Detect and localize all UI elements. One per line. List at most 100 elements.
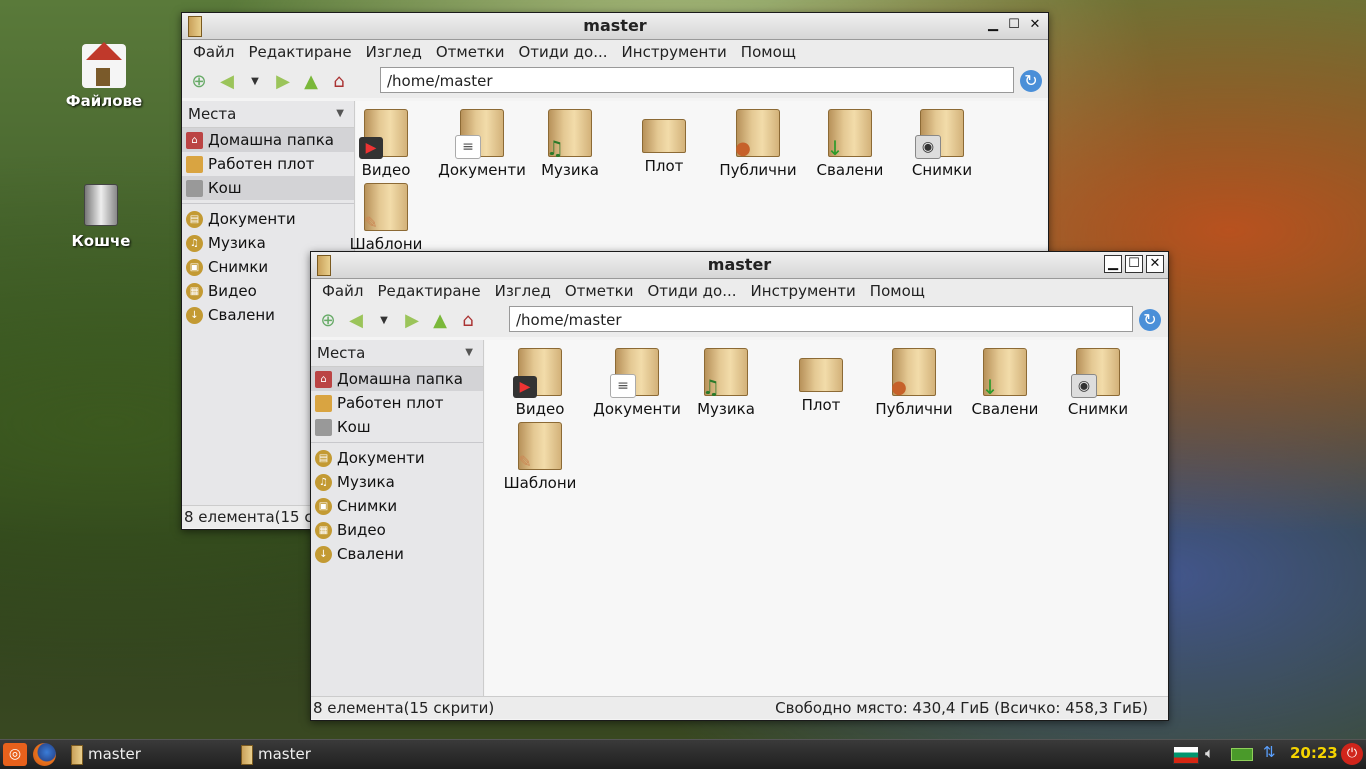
power-icon[interactable]: ⏻ (1341, 743, 1363, 765)
folder-templates[interactable]: ✎ Шаблони (340, 183, 432, 253)
network-icon[interactable]: ⇅ (1263, 743, 1276, 761)
close-button[interactable]: ✕ (1026, 16, 1044, 34)
menu-help[interactable]: Помощ (863, 282, 932, 300)
menu-file[interactable]: Файл (186, 43, 241, 61)
sidebar-item-label: Свалени (337, 545, 404, 563)
menu-file[interactable]: Файл (315, 282, 370, 300)
folder-pictures[interactable]: ◉ Снимки (896, 109, 988, 179)
maximize-button[interactable]: ☐ (1005, 16, 1023, 34)
sidebar-item-home[interactable]: ⌂ Домашна папка (182, 128, 354, 152)
forward-icon[interactable]: ▶ (272, 70, 294, 92)
forward-icon[interactable]: ▶ (401, 309, 423, 331)
folder-downloads[interactable]: ↓ Свалени (959, 348, 1051, 418)
sidebar-item-home[interactable]: ⌂ Домашна папка (311, 367, 483, 391)
maximize-button[interactable]: ☐ (1125, 255, 1143, 273)
sidebar-item-documents[interactable]: ▤ Документи (311, 446, 483, 470)
history-dropdown-icon[interactable]: ▼ (373, 309, 395, 331)
sidebar: Места ▼ ⌂ Домашна папка Работен плот Кош … (311, 340, 484, 696)
home-icon[interactable]: ⌂ (457, 309, 479, 331)
folder-templates[interactable]: ✎ Шаблони (494, 422, 586, 492)
folder-public[interactable]: ● Публични (868, 348, 960, 418)
folder-icon (642, 119, 686, 153)
battery-icon[interactable] (1231, 748, 1253, 761)
sidebar-item-label: Снимки (337, 497, 398, 515)
up-icon[interactable]: ▲ (429, 309, 451, 331)
menu-edit[interactable]: Редактиране (241, 43, 358, 61)
start-menu-button[interactable]: ◎ (3, 743, 27, 766)
menu-go[interactable]: Отиди до... (512, 43, 615, 61)
minimize-button[interactable]: ▁ (1104, 255, 1122, 273)
folder-icon: ▶ (513, 348, 562, 398)
desktop-icon (315, 395, 332, 412)
file-label: Снимки (1067, 400, 1129, 418)
sidebar-item-desktop[interactable]: Работен плот (182, 152, 354, 176)
sidebar-item-music[interactable]: ♫ Музика (311, 470, 483, 494)
go-button[interactable]: ↻ (1020, 70, 1042, 92)
menu-help[interactable]: Помощ (734, 43, 803, 61)
desktop-icon-trash[interactable]: Кошче (56, 184, 146, 250)
sidebar-item-documents[interactable]: ▤ Документи (182, 207, 354, 231)
sidebar-item-label: Свалени (208, 306, 275, 324)
firefox-icon[interactable] (33, 743, 56, 766)
file-manager-window-front[interactable]: master ▁ ☐ ✕ Файл Редактиране Изглед Отм… (310, 251, 1169, 721)
home-icon (82, 42, 126, 88)
folder-desktop[interactable]: Плот (775, 348, 867, 414)
folder-music[interactable]: ♫ Музика (524, 109, 616, 179)
folder-public[interactable]: ● Публични (712, 109, 804, 179)
keyboard-layout-flag-icon[interactable] (1173, 746, 1199, 764)
places-header[interactable]: Места ▼ (182, 101, 354, 128)
title-bar[interactable]: master ▁ ☐ ✕ (311, 252, 1168, 279)
status-bar: 8 елемента(15 скрити) Свободно място: 43… (311, 696, 1168, 719)
folder-icon: ↓ (982, 348, 1027, 399)
download-icon: ↓ (315, 546, 332, 563)
sidebar-item-videos[interactable]: ▦ Видео (311, 518, 483, 542)
home-icon[interactable]: ⌂ (328, 70, 350, 92)
clock[interactable]: 20:23 (1290, 744, 1338, 762)
file-view[interactable]: ▶ Видео ≡ Документи ♫ Музика Плот ● Публични… (485, 340, 1166, 696)
video-icon: ▦ (315, 522, 332, 539)
title-bar[interactable]: master ▁ ☐ ✕ (182, 13, 1048, 40)
menu-tools[interactable]: Инструменти (615, 43, 734, 61)
folder-documents[interactable]: ≡ Документи (591, 348, 683, 418)
sidebar-item-downloads[interactable]: ↓ Свалени (311, 542, 483, 566)
new-tab-icon[interactable]: ⊕ (188, 70, 210, 92)
folder-documents[interactable]: ≡ Документи (436, 109, 528, 179)
menu-view[interactable]: Изглед (359, 43, 429, 61)
menu-edit[interactable]: Редактиране (370, 282, 487, 300)
new-tab-icon[interactable]: ⊕ (317, 309, 339, 331)
volume-icon[interactable]: 🔈︎ (1205, 744, 1214, 762)
taskbar-item-master-2[interactable]: master (238, 743, 416, 766)
sidebar-item-label: Работен плот (208, 155, 315, 173)
go-button[interactable]: ↻ (1139, 309, 1161, 331)
sidebar-item-trash[interactable]: Кош (182, 176, 354, 200)
sidebar-item-trash[interactable]: Кош (311, 415, 483, 439)
menu-tools[interactable]: Инструменти (744, 282, 863, 300)
path-input[interactable]: /home/master (380, 67, 1014, 93)
desktop-icon-files[interactable]: Файлове (59, 42, 149, 110)
folder-desktop[interactable]: Плот (618, 109, 710, 175)
video-icon: ▶ (359, 137, 383, 159)
folder-videos[interactable]: ▶ Видео (340, 109, 432, 179)
places-header[interactable]: Места ▼ (311, 340, 483, 367)
history-dropdown-icon[interactable]: ▼ (244, 70, 266, 92)
taskbar-item-master-1[interactable]: master (68, 743, 246, 766)
sidebar-item-label: Снимки (208, 258, 269, 276)
folder-pictures[interactable]: ◉ Снимки (1052, 348, 1144, 418)
menu-go[interactable]: Отиди до... (641, 282, 744, 300)
back-icon[interactable]: ◀ (216, 70, 238, 92)
menu-bookmarks[interactable]: Отметки (429, 43, 512, 61)
sidebar-item-pictures[interactable]: ▣ Снимки (311, 494, 483, 518)
folder-videos[interactable]: ▶ Видео (494, 348, 586, 418)
folder-music[interactable]: ♫ Музика (680, 348, 772, 418)
status-free-space: Свободно място: 430,4 ГиБ (Всичко: 458,3… (775, 699, 1148, 717)
sidebar-item-desktop[interactable]: Работен плот (311, 391, 483, 415)
close-button[interactable]: ✕ (1146, 255, 1164, 273)
folder-downloads[interactable]: ↓ Свалени (804, 109, 896, 179)
path-input[interactable]: /home/master (509, 306, 1133, 332)
minimize-button[interactable]: ▁ (984, 16, 1002, 34)
back-icon[interactable]: ◀ (345, 309, 367, 331)
menu-bookmarks[interactable]: Отметки (558, 282, 641, 300)
folder-icon: ✎ (364, 183, 408, 232)
menu-view[interactable]: Изглед (488, 282, 558, 300)
up-icon[interactable]: ▲ (300, 70, 322, 92)
